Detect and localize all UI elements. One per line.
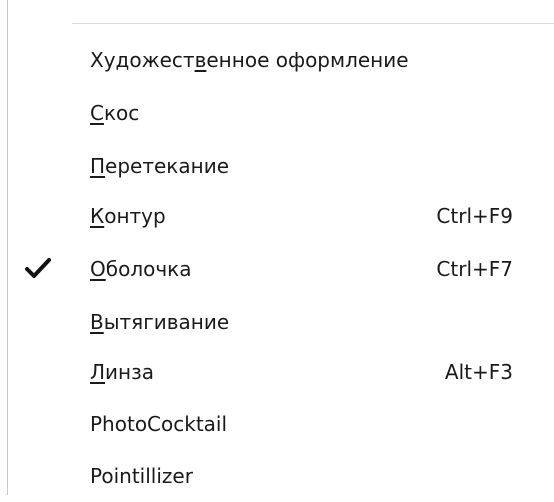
menu-item-label: PhotoCocktail	[90, 412, 228, 436]
menu-item-label: Pointillizer	[90, 464, 193, 488]
menu-item-artistic-media[interactable]: Художественное оформление	[0, 34, 554, 86]
menu-item-shortcut: Alt+F3	[444, 360, 513, 384]
menu-item-contour[interactable]: Контур Ctrl+F9	[0, 190, 554, 242]
menu-separator	[72, 23, 554, 24]
menu-item-bevel[interactable]: Скос	[0, 87, 554, 139]
menu-item-pointillizer[interactable]: Pointillizer	[0, 450, 554, 502]
menu-item-photococktail[interactable]: PhotoCocktail	[0, 398, 554, 450]
menu-item-shortcut: Ctrl+F9	[436, 204, 513, 228]
menu-item-lens[interactable]: Линза Alt+F3	[0, 346, 554, 398]
menu-item-label: Скос	[90, 101, 140, 125]
menu-item-label: Линза	[90, 360, 155, 384]
menu-item-envelope[interactable]: Оболочка Ctrl+F7	[0, 243, 554, 295]
menu-item-label: Перетекание	[90, 154, 230, 178]
checkmark-icon	[25, 258, 51, 278]
menu-item-label: Художественное оформление	[90, 48, 409, 72]
menu-item-shortcut: Ctrl+F7	[436, 257, 513, 281]
menu-item-label: Оболочка	[90, 257, 192, 281]
effects-context-menu: Художественное оформление Скос Перетекан…	[0, 0, 554, 495]
menu-item-label: Контур	[90, 204, 166, 228]
menu-item-label: Вытягивание	[90, 310, 230, 334]
menu-item-blend[interactable]: Перетекание	[0, 140, 554, 192]
menu-item-extrude[interactable]: Вытягивание	[0, 296, 554, 348]
